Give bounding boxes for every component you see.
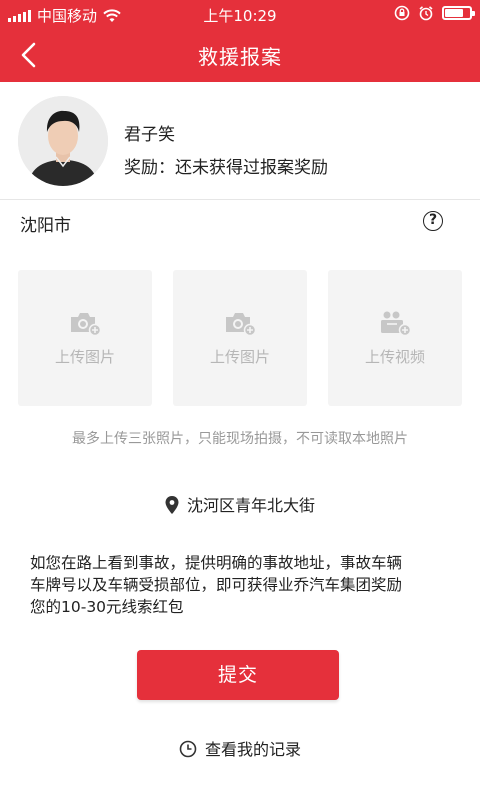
upload-photo-label: 上传图片: [54, 348, 115, 366]
page-title: 救援报案: [198, 45, 282, 69]
avatar: [18, 96, 108, 186]
description-line: 如您在路上看到事故，提供明确的事故地址，事故车辆: [30, 554, 403, 572]
location-text: 沈河区青年北大街: [186, 496, 315, 515]
profile-section: 君子笑 奖励：还未获得过报案奖励: [0, 82, 480, 200]
view-records-label: 查看我的记录: [204, 740, 301, 759]
battery-icon: [442, 6, 475, 20]
location-pin-icon: [165, 496, 179, 514]
upload-hint: 最多上传三张照片，只能现场拍摄，不可读取本地照片: [72, 431, 408, 447]
description-line: 您的10-30元线索红包: [30, 598, 184, 616]
reward-description: 如您在路上看到事故，提供明确的事故地址，事故车辆 车牌号以及车辆受损部位，即可获…: [30, 552, 450, 618]
help-icon[interactable]: ?: [423, 211, 443, 231]
rotation-lock-icon: [394, 5, 410, 21]
status-bar: 中国移动 上午10:29: [0, 0, 480, 28]
reward-status: 奖励：还未获得过报案奖励: [124, 158, 328, 178]
alarm-icon: [419, 6, 433, 21]
camera-plus-icon: [226, 313, 256, 336]
description-line: 车牌号以及车辆受损部位，即可获得业乔汽车集团奖励: [30, 576, 403, 594]
clock-icon: [179, 740, 197, 758]
upload-photo-tile-1[interactable]: 上传图片: [18, 270, 152, 406]
view-records-link[interactable]: 查看我的记录: [0, 736, 480, 760]
upload-photo-label: 上传图片: [209, 348, 270, 366]
user-name: 君子笑: [124, 125, 175, 145]
nav-bar: 救援报案: [0, 28, 480, 82]
video-plus-icon: [381, 311, 411, 336]
location-row[interactable]: 沈河区青年北大街: [0, 492, 480, 516]
upload-photo-tile-2[interactable]: 上传图片: [173, 270, 307, 406]
upload-area: 上传图片 上传图片 上传视频: [18, 270, 462, 406]
upload-video-tile[interactable]: 上传视频: [328, 270, 462, 406]
camera-plus-icon: [71, 313, 101, 336]
upload-video-label: 上传视频: [364, 348, 425, 366]
submit-button[interactable]: 提交: [137, 650, 339, 700]
status-right: [394, 5, 475, 21]
city-label: 沈阳市: [20, 216, 71, 236]
city-row[interactable]: 沈阳市 ?: [0, 201, 480, 243]
